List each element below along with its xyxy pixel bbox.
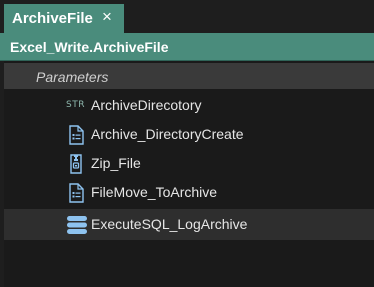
tab-bar: ArchiveFile × <box>0 0 374 33</box>
list-item-executesql-logarchive[interactable]: ExecuteSQL_LogArchive <box>4 209 374 240</box>
list-item-label: ArchiveDirecotory <box>91 97 202 113</box>
workflow-title: Excel_Write.ArchiveFile <box>10 39 169 55</box>
document-list-icon <box>66 125 86 145</box>
list-item-archive-directorycreate[interactable]: Archive_DirectoryCreate <box>4 120 374 149</box>
tab-archivefile[interactable]: ArchiveFile × <box>4 4 124 33</box>
list-item-label: ExecuteSQL_LogArchive <box>91 216 248 232</box>
list-item-zip-file[interactable]: Zip_File <box>4 149 374 178</box>
parameters-group[interactable]: Parameters <box>4 63 374 89</box>
document-list-icon <box>66 183 86 203</box>
parameters-panel: Parameters STR ArchiveDirecotory Archive… <box>4 61 374 287</box>
list-item-archivedirecotory[interactable]: STR ArchiveDirecotory <box>4 91 374 120</box>
parameters-label: Parameters <box>36 69 109 85</box>
tab-label: ArchiveFile <box>12 10 93 27</box>
workflow-header[interactable]: Excel_Write.ArchiveFile <box>0 33 374 61</box>
string-type-icon: STR <box>66 100 85 110</box>
database-icon <box>66 215 87 235</box>
zip-archive-icon <box>66 154 86 174</box>
list-item-label: Archive_DirectoryCreate <box>91 126 244 142</box>
list-item-label: Zip_File <box>91 155 141 171</box>
list-item-label: FileMove_ToArchive <box>91 184 218 200</box>
list-item-filemove-toarchive[interactable]: FileMove_ToArchive <box>4 178 374 207</box>
close-icon[interactable]: × <box>102 7 112 27</box>
